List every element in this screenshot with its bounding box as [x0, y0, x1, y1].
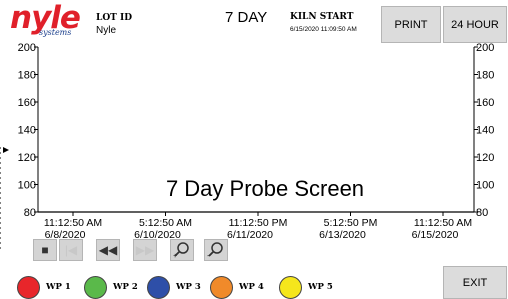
- x-tick-date: 6/15/2020: [412, 229, 459, 241]
- y-tick-label: 80: [24, 207, 36, 219]
- x-tick-time: 5:12:50 PM: [324, 217, 378, 229]
- legend-wp5[interactable]: WP 5: [279, 275, 333, 299]
- stop-button[interactable]: ■: [33, 239, 57, 261]
- y-tick-label: 200: [18, 42, 36, 54]
- y-tick-label: 120: [476, 152, 494, 164]
- rewind-icon: ◀◀: [98, 243, 118, 257]
- wp2-label: WP 2: [113, 282, 138, 292]
- wp1-color-dot: [17, 275, 40, 299]
- wp4-label: WP 4: [239, 282, 264, 292]
- wp4-color-dot: [210, 275, 233, 299]
- fast-forward-button[interactable]: ▶▶: [133, 239, 157, 261]
- x-tick-time: 11:12:50 AM: [44, 217, 102, 229]
- wp2-color-dot: [84, 275, 107, 299]
- y-tick-label: 180: [18, 70, 36, 82]
- zoom-out-button[interactable]: -: [204, 239, 228, 261]
- y-tick-label: 140: [476, 125, 494, 137]
- wp3-color-dot: [147, 275, 170, 299]
- y-tick-label: 140: [18, 125, 36, 137]
- y-tick-label: 200: [476, 42, 494, 54]
- y-ticks-right: 200 180 160 140 120 100 80: [474, 42, 494, 219]
- svg-text:+: +: [173, 253, 177, 259]
- zoom-in-button[interactable]: +: [170, 239, 194, 261]
- x-tick-date: 6/11/2020: [227, 229, 273, 241]
- y-tick-label: 160: [476, 97, 494, 109]
- wp5-color-dot: [279, 275, 302, 299]
- skip-to-start-icon: |◀: [64, 243, 78, 257]
- kiln-probe-screen: nyle systems LOT ID Nyle 7 DAY KILN STAR…: [0, 0, 508, 299]
- stop-icon: ■: [41, 243, 49, 257]
- probe-chart: 200 180 160 140 120 100 80 200 180 160 140 120 100 8…: [0, 42, 494, 250]
- legend-wp2[interactable]: WP 2: [84, 275, 138, 299]
- y-tick-label: 80: [476, 207, 488, 219]
- exit-button[interactable]: EXIT: [443, 266, 507, 299]
- x-tick-time: 5:12:50 AM: [139, 217, 192, 229]
- legend-wp4[interactable]: WP 4: [210, 275, 264, 299]
- y-tick-label: 120: [18, 152, 36, 164]
- y-tick-label: 100: [18, 180, 36, 192]
- chart-title: 7 Day Probe Screen: [166, 176, 364, 201]
- skip-to-start-button[interactable]: |◀: [59, 239, 83, 261]
- y-tick-label: 180: [476, 70, 494, 82]
- legend-wp3[interactable]: WP 3: [147, 275, 201, 299]
- zoom-in-icon: +: [173, 242, 189, 259]
- zoom-out-icon: -: [207, 242, 223, 259]
- wp1-label: WP 1: [46, 282, 71, 292]
- legend-wp1[interactable]: WP 1: [17, 275, 71, 299]
- fast-forward-icon: ▶▶: [135, 243, 155, 257]
- x-tick-time: 11:12:50 AM: [414, 217, 472, 229]
- y-tick-label: 160: [18, 97, 36, 109]
- y-tick-label: 100: [476, 180, 494, 192]
- wp5-label: WP 5: [308, 282, 333, 292]
- rewind-button[interactable]: ◀◀: [96, 239, 120, 261]
- x-tick-date: 6/13/2020: [319, 229, 366, 241]
- x-tick-time: 11:12:50 PM: [229, 217, 288, 229]
- x-ticks: 11:12:50 AM6/8/20205:12:50 AM6/10/202011…: [44, 212, 472, 241]
- y-ticks-left: 200 180 160 140 120 100 80: [18, 42, 38, 219]
- indicator-arrow-icon: [3, 147, 9, 153]
- wp3-label: WP 3: [176, 282, 201, 292]
